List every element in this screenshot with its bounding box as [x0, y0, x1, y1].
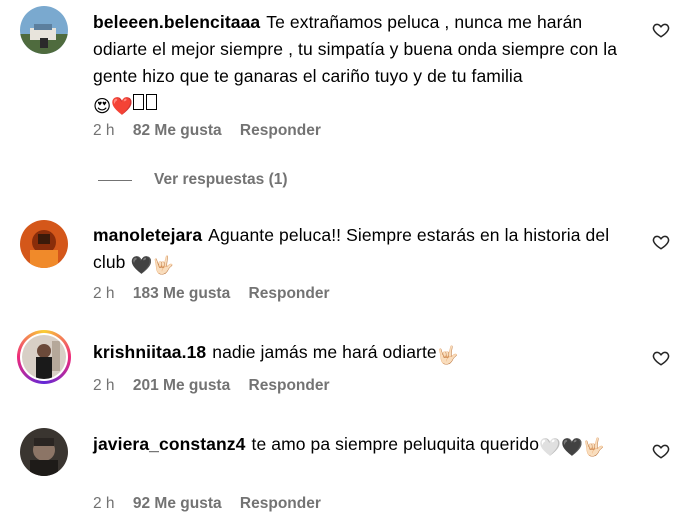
- missing-glyph: [146, 94, 158, 110]
- comment-emojis: 🤟🏻: [436, 345, 459, 365]
- comment-text: javiera_constanz4 te amo pa siempre peluq…: [93, 431, 623, 461]
- story-ring-avatar[interactable]: [17, 330, 71, 384]
- comment-body: te amo pa siempre peluquita querido: [251, 434, 540, 454]
- comment-time[interactable]: 2 h: [93, 285, 115, 302]
- avatar: [22, 335, 66, 379]
- avatar[interactable]: [20, 220, 68, 268]
- reply-button[interactable]: Responder: [249, 285, 330, 302]
- comment-time[interactable]: 2 h: [93, 495, 115, 512]
- comment-likes[interactable]: 183 Me gusta: [133, 285, 230, 302]
- comment-username[interactable]: javiera_constanz4: [93, 434, 245, 454]
- reply-button[interactable]: Responder: [249, 377, 330, 394]
- like-heart-icon[interactable]: [652, 21, 670, 39]
- avatar[interactable]: [20, 428, 68, 476]
- comment-likes[interactable]: 92 Me gusta: [133, 495, 222, 512]
- comment-text: krishniitaa.18 nadie jamás me hará odiart…: [93, 339, 623, 369]
- comment-emojis: 🖤🤟🏻: [130, 255, 175, 275]
- comment-meta: 2 h 92 Me gusta Responder: [93, 495, 335, 513]
- comment-username[interactable]: manoletejara: [93, 225, 202, 245]
- comment-username[interactable]: krishniitaa.18: [93, 342, 206, 362]
- comment-meta: 2 h 183 Me gusta Responder: [93, 285, 344, 303]
- view-replies-label: Ver respuestas (1): [154, 171, 288, 188]
- comment-emojis: 🤍🖤🤟🏻: [539, 437, 605, 457]
- like-heart-icon[interactable]: [652, 349, 670, 367]
- comment-text: manoletejara Aguante peluca!! Siempre est…: [93, 222, 623, 279]
- comment-meta: 2 h 201 Me gusta Responder: [93, 377, 344, 395]
- like-heart-icon[interactable]: [652, 233, 670, 251]
- comment-meta: 2 h 82 Me gusta Responder: [93, 122, 335, 140]
- reply-button[interactable]: Responder: [240, 495, 321, 512]
- comment-time[interactable]: 2 h: [93, 377, 115, 394]
- comment-time[interactable]: 2 h: [93, 122, 115, 139]
- comment-likes[interactable]: 201 Me gusta: [133, 377, 230, 394]
- comment-likes[interactable]: 82 Me gusta: [133, 122, 222, 139]
- comment-username[interactable]: beleeen.belencitaaa: [93, 12, 260, 32]
- avatar[interactable]: [20, 6, 68, 54]
- view-replies-button[interactable]: Ver respuestas (1): [98, 171, 288, 189]
- missing-glyph: [133, 94, 145, 110]
- reply-button[interactable]: Responder: [240, 122, 321, 139]
- comment-body: nadie jamás me hará odiarte: [212, 342, 437, 362]
- comment-text: beleeen.belencitaaa Te extrañamos peluca …: [93, 9, 623, 120]
- divider-line: [98, 179, 132, 181]
- like-heart-icon[interactable]: [652, 442, 670, 460]
- comment-emojis: 😍❤️: [93, 96, 134, 116]
